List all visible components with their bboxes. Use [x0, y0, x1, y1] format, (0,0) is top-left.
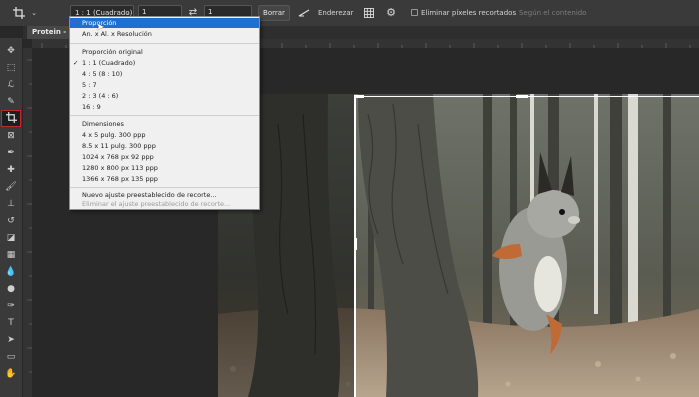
- menu-item-label: 4 : 5 (8 : 10): [82, 70, 123, 78]
- path-select-tool-icon[interactable]: ➤: [2, 333, 20, 348]
- menu-item-4-5[interactable]: 4 : 5 (8 : 10): [70, 69, 259, 79]
- hand-tool-icon[interactable]: ✋: [2, 367, 20, 382]
- menu-item-1024x768[interactable]: 1024 x 768 px 92 ppp: [70, 152, 259, 162]
- delete-cropped-label: Eliminar píxeles recortados: [421, 9, 517, 17]
- menu-item-label: 8.5 x 11 pulg. 300 ppp: [82, 142, 156, 150]
- tools-panel: ✥ ⬚ ℒ ✎ ⊠ ✒ ✚ 🖌 ⊥ ↺ ◪ ▦ 💧 ● ✑ T ➤ ▭ ✋: [0, 38, 23, 397]
- frame-tool-icon[interactable]: ⊠: [2, 129, 20, 144]
- spot-heal-tool-icon[interactable]: ✚: [2, 163, 20, 178]
- menu-item-dimensions[interactable]: Dimensiones: [70, 119, 259, 129]
- crop-preset-menu: Proporción An. x Al. x Resolución Propor…: [69, 16, 260, 210]
- stamp-tool-icon[interactable]: ⊥: [2, 197, 20, 212]
- menu-item-delete-crop-preset: Eliminar el ajuste preestablecido de rec…: [70, 199, 259, 209]
- pen-tool-icon[interactable]: ✑: [2, 299, 20, 314]
- menu-item-label: 2 : 3 (4 : 6): [82, 92, 119, 100]
- menu-item-16-9[interactable]: 16 : 9: [70, 102, 259, 112]
- eraser-tool-icon[interactable]: ◪: [2, 231, 20, 246]
- menu-item-label: Eliminar el ajuste preestablecido de rec…: [82, 200, 231, 208]
- menu-item-label: 1 : 1 (Cuadrado): [82, 59, 136, 67]
- menu-item-1366x768[interactable]: 1366 x 768 px 135 ppp: [70, 174, 259, 184]
- marquee-tool-icon[interactable]: ⬚: [2, 61, 20, 76]
- menu-item-label: Nuevo ajuste preestablecido de recorte..…: [82, 191, 217, 199]
- menu-item-label: 1366 x 768 px 135 ppp: [82, 175, 158, 183]
- eyedropper-tool-icon[interactable]: ✒: [2, 146, 20, 161]
- dodge-tool-icon[interactable]: ●: [2, 282, 20, 297]
- menu-separator: [70, 43, 259, 44]
- quick-select-tool-icon[interactable]: ✎: [2, 95, 20, 110]
- blur-tool-icon[interactable]: 💧: [2, 265, 20, 280]
- crop-handle-left-middle[interactable]: [354, 238, 357, 250]
- menu-item-8-5x11in[interactable]: 8.5 x 11 pulg. 300 ppp: [70, 141, 259, 151]
- mouse-pointer-icon: ➤: [96, 22, 105, 33]
- crop-handle-top-middle[interactable]: [516, 95, 528, 98]
- clear-button[interactable]: Borrar: [258, 5, 290, 21]
- menu-item-label: An. x Al. x Resolución: [82, 30, 152, 38]
- straighten-icon[interactable]: [296, 0, 312, 26]
- straighten-label[interactable]: Enderezar: [318, 0, 353, 26]
- menu-item-2-3[interactable]: 2 : 3 (4 : 6): [70, 91, 259, 101]
- menu-item-1-1[interactable]: ✓ 1 : 1 (Cuadrado): [70, 58, 259, 68]
- menu-separator: [70, 187, 259, 188]
- checkmark-icon: ✓: [73, 59, 79, 67]
- tool-preset-chevron-icon[interactable]: ⌄: [29, 0, 39, 26]
- move-tool-icon[interactable]: ✥: [2, 44, 20, 59]
- crop-tool-icon[interactable]: [8, 0, 30, 26]
- menu-item-4x5in[interactable]: 4 x 5 pulg. 300 ppp: [70, 130, 259, 140]
- overlay-grid-icon[interactable]: [362, 0, 376, 26]
- menu-item-label: 1280 x 800 px 113 ppp: [82, 164, 158, 172]
- menu-separator: [70, 115, 259, 116]
- menu-item-original-ratio[interactable]: Proporción original: [70, 47, 259, 57]
- menu-item-label: 4 x 5 pulg. 300 ppp: [82, 131, 146, 139]
- crop-handle-top-left[interactable]: [354, 95, 364, 98]
- squirrel-photo: [218, 94, 699, 397]
- menu-item-label: 1024 x 768 px 92 ppp: [82, 153, 154, 161]
- gradient-tool-icon[interactable]: ▦: [2, 248, 20, 263]
- rectangle-tool-icon[interactable]: ▭: [2, 350, 20, 365]
- menu-item-label: 16 : 9: [82, 103, 101, 111]
- type-tool-icon[interactable]: T: [2, 316, 20, 331]
- menu-item-5-7[interactable]: 5 : 7: [70, 80, 259, 90]
- menu-item-label: 5 : 7: [82, 81, 97, 89]
- menu-item-1280x800[interactable]: 1280 x 800 px 113 ppp: [70, 163, 259, 173]
- lasso-tool-icon[interactable]: ℒ: [2, 78, 20, 93]
- history-brush-tool-icon[interactable]: ↺: [2, 214, 20, 229]
- crop-tool-icon[interactable]: [1, 110, 21, 127]
- menu-item-label: Dimensiones: [82, 120, 124, 128]
- delete-cropped-checkbox[interactable]: [411, 9, 418, 16]
- content-aware-checkbox-label[interactable]: Según el contenido: [519, 0, 587, 26]
- brush-tool-icon[interactable]: 🖌: [2, 180, 20, 195]
- menu-item-label: Proporción original: [82, 48, 143, 56]
- gear-icon[interactable]: ⚙: [384, 0, 398, 26]
